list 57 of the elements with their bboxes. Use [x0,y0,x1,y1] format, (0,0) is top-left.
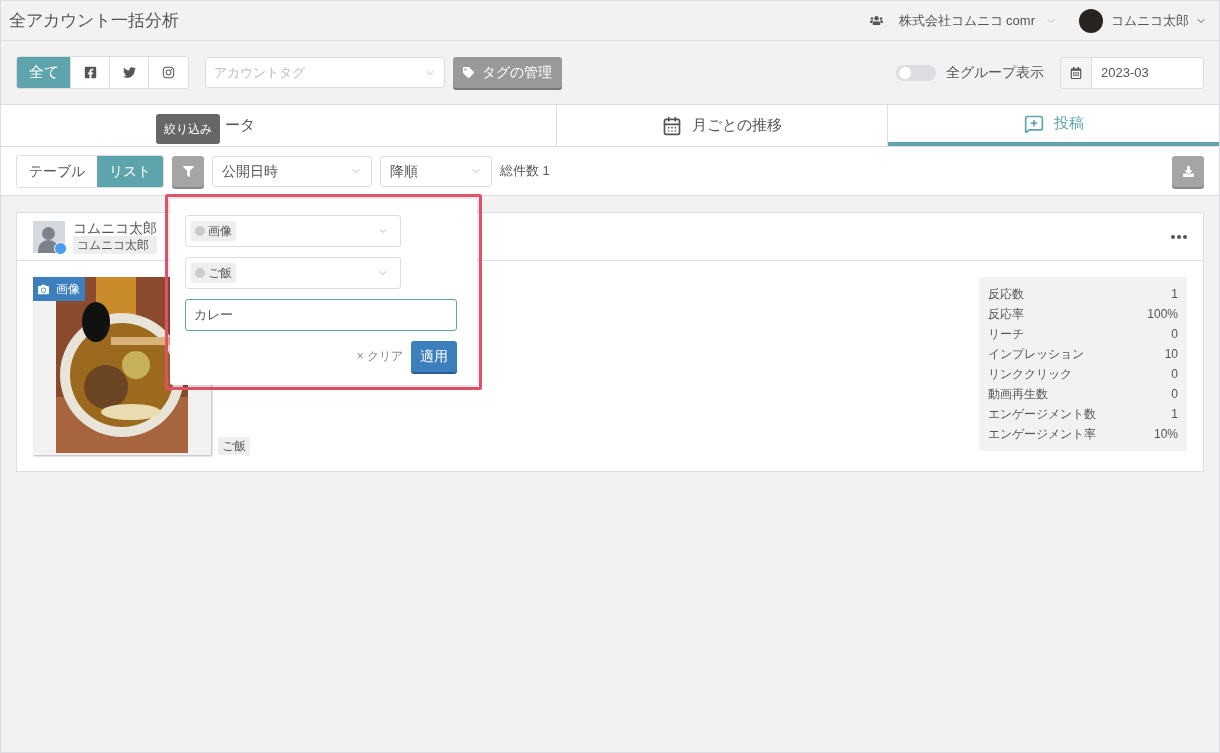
twitter-icon [122,66,136,79]
stat-label: 反応率 [988,306,1024,323]
stat-value: 0 [1171,326,1178,343]
calendar-icon [662,115,682,136]
sort-field-select[interactable]: 公開日時 [212,155,372,187]
users-icon [869,14,883,27]
toggle-switch[interactable] [896,64,936,81]
user-menu[interactable]: コムニコ太郎 [1111,10,1207,31]
avatar-icon [33,220,65,253]
company-select[interactable]: 株式会社コムニコ comr [898,10,1057,31]
download-icon [1182,165,1194,177]
clear-link[interactable]: × クリア [356,347,403,365]
toggle-label: 全グループ表示 [946,63,1044,82]
more-button[interactable] [1171,234,1187,239]
stat-label: 動画再生数 [988,386,1048,403]
instagram-filter[interactable] [149,57,188,88]
total-count: 総件数 1 [500,162,550,181]
stat-value: 1 [1171,406,1178,423]
user-avatar [1079,8,1103,33]
stat-label: インプレッション [988,346,1084,363]
camera-icon [38,283,49,295]
tag-select[interactable]: 画像 [185,214,401,247]
media-badge: 画像 [33,277,85,301]
tag-chip[interactable]: 画像 [191,220,236,241]
twitter-filter[interactable] [110,57,149,88]
comment-icon [1023,113,1044,134]
facebook-icon [83,66,97,79]
filter-icon [182,165,194,177]
stat-value: 10% [1153,426,1178,443]
sort-order-select[interactable]: 降順 [380,155,492,187]
stat-value: 10 [1164,346,1178,363]
account-tag: コムニコ太郎 [73,235,157,254]
instagram-icon [162,66,175,79]
stat-value: 0 [1171,366,1178,383]
calendar-icon [1070,66,1082,79]
month-field[interactable]: 2023-03 [1060,56,1204,89]
stat-label: エンゲージメント数 [988,406,1096,423]
stat-label: リンククリック [988,366,1072,383]
tag-icon [463,67,474,78]
post-tag: ご飯 [218,437,250,455]
tab[interactable]: 月ごとの推移 [556,105,889,146]
stat-value: 100% [1147,306,1178,323]
tag-chip[interactable]: ご飯 [191,262,236,283]
keyword-field[interactable]: カレー [185,298,457,331]
stat-label: リーチ [988,326,1024,343]
download-button[interactable] [1172,155,1204,187]
facebook-filter[interactable] [71,57,110,88]
page-title: 全アカウント一括分析 [9,9,179,32]
apply-button[interactable]: 適用 [411,340,457,372]
tag-select[interactable]: ご飯 [185,256,401,289]
stat-label: 反応数 [988,286,1024,303]
stat-value: 0 [1171,386,1178,403]
author-name: コムニコ太郎 [73,219,157,236]
stat-label: エンゲージメント率 [988,426,1096,443]
stat-value: 1 [1171,286,1178,303]
filter-button[interactable] [172,155,204,187]
tooltip: 絞り込み [156,113,220,144]
